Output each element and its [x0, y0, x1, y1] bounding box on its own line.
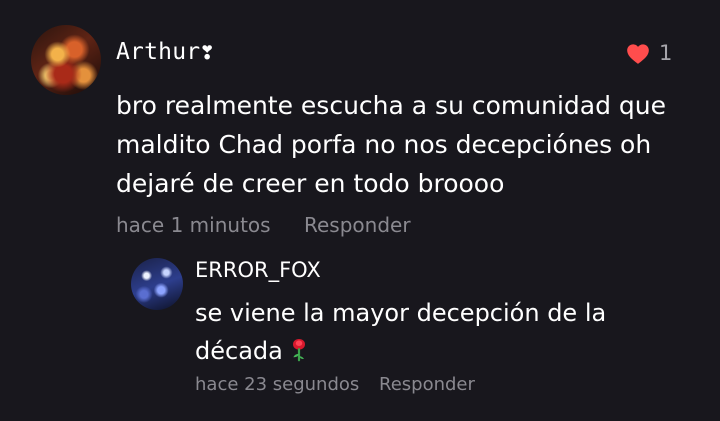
like-button[interactable]: 1	[625, 39, 675, 67]
comment-text: bro realmente escucha a su comunidad que…	[116, 91, 666, 198]
heart-icon	[627, 44, 649, 64]
avatar[interactable]	[31, 25, 101, 95]
reply-button[interactable]: Responder	[304, 213, 411, 237]
comment-timestamp: hace 1 minutos	[116, 213, 271, 237]
reply-username[interactable]: ERROR_FOX	[195, 258, 321, 282]
reply-text-content: se viene la mayor decepción de la década	[195, 299, 607, 365]
reply-timestamp: hace 23 segundos	[195, 374, 360, 395]
reply-reply-button[interactable]: Responder	[379, 374, 475, 395]
comment-username[interactable]: Arthur❣	[116, 39, 214, 65]
like-count: 1	[659, 41, 673, 65]
reply-text: se viene la mayor decepción de la década	[195, 294, 700, 370]
rose-icon	[292, 339, 305, 362]
avatar[interactable]	[131, 258, 183, 310]
